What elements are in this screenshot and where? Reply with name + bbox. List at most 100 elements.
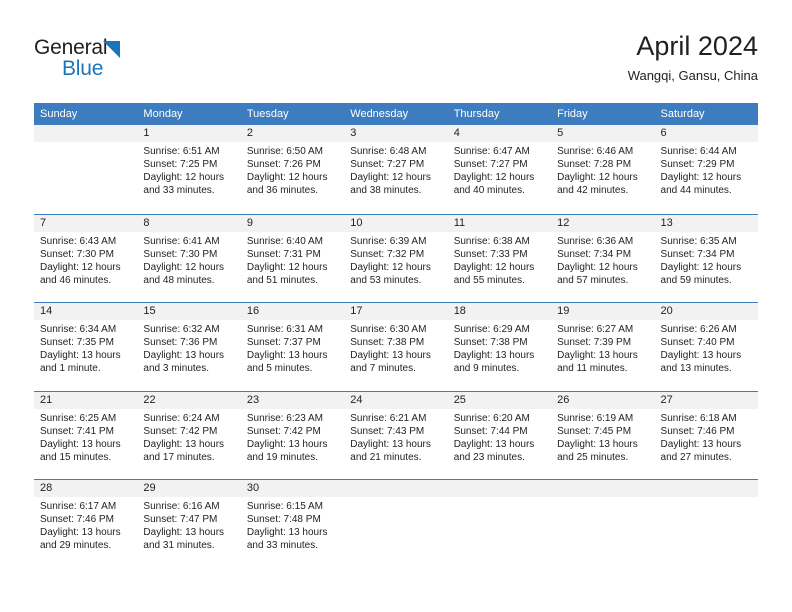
weekday-header-friday: Friday — [557, 108, 588, 120]
day-number — [344, 480, 448, 497]
day-details: Sunrise: 6:27 AM Sunset: 7:39 PM Daylight:… — [551, 320, 654, 375]
day-cell[interactable]: 10 Sunrise: 6:39 AM Sunset: 7:32 PM Dayligh… — [344, 214, 448, 302]
weekday-header-wednesday: Wednesday — [350, 108, 409, 120]
weekday-header-row: Sunday Monday Tuesday Wednesday Thursday Frid… — [34, 103, 758, 125]
day-cell[interactable]: 18 Sunrise: 6:29 AM Sunset: 7:38 PM Dayligh… — [447, 303, 552, 391]
day-cell-empty — [551, 480, 655, 568]
day-detail-line: Sunset: 7:46 PM — [660, 425, 735, 437]
day-cell[interactable]: 23 Sunrise: 6:23 AM Sunset: 7:42 PM Dayligh… — [240, 391, 345, 479]
day-detail-line: Sunset: 7:29 PM — [660, 159, 735, 171]
day-cell[interactable]: 19 Sunrise: 6:27 AM Sunset: 7:39 PM Dayligh… — [551, 303, 655, 391]
day-number: 7 — [34, 214, 138, 232]
day-cell[interactable]: 29 Sunrise: 6:16 AM Sunset: 7:47 PM Dayligh… — [137, 480, 241, 568]
day-detail-line: Sunset: 7:39 PM — [557, 337, 632, 349]
day-detail-line: Sunrise: 6:46 AM — [557, 146, 634, 157]
day-number: 22 — [137, 391, 241, 409]
day-cell[interactable]: 12 Sunrise: 6:36 AM Sunset: 7:34 PM Dayligh… — [551, 214, 655, 302]
week-row: 28 Sunrise: 6:17 AM Sunset: 7:46 PM Dayligh… — [34, 479, 758, 568]
day-cell[interactable]: 11 Sunrise: 6:38 AM Sunset: 7:33 PM Dayligh… — [447, 214, 552, 302]
day-cell[interactable]: 22 Sunrise: 6:24 AM Sunset: 7:42 PM Dayligh… — [137, 391, 241, 479]
day-detail-line: Daylight: 13 hours — [40, 527, 121, 539]
day-detail-line: Daylight: 12 hours — [246, 261, 328, 273]
day-number: 11 — [447, 214, 552, 232]
day-number: 17 — [344, 303, 448, 320]
day-cell[interactable]: 13 Sunrise: 6:35 AM Sunset: 7:34 PM Dayligh… — [654, 214, 758, 302]
day-cell[interactable]: 3 Sunrise: 6:48 AM Sunset: 7:27 PM Daylight… — [344, 125, 448, 214]
day-detail-line: Sunrise: 6:21 AM — [350, 412, 427, 424]
weekday-header-sunday: Sunday — [40, 108, 78, 120]
day-details: Sunrise: 6:19 AM Sunset: 7:45 PM Daylight:… — [551, 409, 654, 464]
day-details: Sunrise: 6:44 AM Sunset: 7:29 PM Daylight:… — [655, 142, 758, 197]
day-number: 21 — [34, 391, 138, 409]
day-cell[interactable]: 7 Sunrise: 6:43 AM Sunset: 7:30 PM Daylight… — [34, 214, 138, 302]
day-number: 6 — [654, 125, 758, 142]
week-row: 7 Sunrise: 6:43 AM Sunset: 7:30 PM Daylight… — [34, 213, 758, 302]
day-detail-line: Sunrise: 6:19 AM — [557, 412, 634, 424]
day-detail-line: Sunrise: 6:39 AM — [350, 235, 427, 247]
weekday-header-saturday: Saturday — [660, 108, 705, 120]
day-detail-line: and 38 minutes. — [350, 185, 422, 197]
day-cell[interactable]: 9 Sunrise: 6:40 AM Sunset: 7:31 PM Daylight… — [240, 214, 345, 302]
day-detail-line: and 55 minutes. — [453, 274, 525, 286]
day-detail-line: Sunrise: 6:15 AM — [246, 501, 323, 512]
day-detail-line: Daylight: 13 hours — [453, 350, 535, 362]
day-detail-line: and 11 minutes. — [557, 363, 628, 375]
day-cell[interactable]: 15 Sunrise: 6:32 AM Sunset: 7:36 PM Dayligh… — [137, 303, 241, 391]
day-detail-line: Sunrise: 6:47 AM — [453, 146, 530, 157]
day-details — [34, 142, 137, 145]
day-detail-line: Sunset: 7:30 PM — [40, 248, 114, 260]
day-detail-line: Sunset: 7:41 PM — [40, 425, 114, 437]
day-cell[interactable]: 1 Sunrise: 6:51 AM Sunset: 7:25 PM Daylight… — [137, 125, 241, 214]
title-block: April 2024 Wangqi, Gansu, China — [628, 30, 758, 85]
day-details: Sunrise: 6:21 AM Sunset: 7:43 PM Daylight:… — [344, 409, 447, 464]
day-detail-line: Sunset: 7:32 PM — [350, 248, 425, 260]
day-detail-line: Sunset: 7:34 PM — [557, 248, 632, 260]
day-cell[interactable]: 27 Sunrise: 6:18 AM Sunset: 7:46 PM Dayligh… — [654, 391, 758, 479]
day-details: Sunrise: 6:20 AM Sunset: 7:44 PM Daylight:… — [448, 409, 551, 464]
day-detail-line: and 21 minutes. — [350, 451, 422, 463]
day-detail-line: Daylight: 13 hours — [660, 350, 742, 362]
day-detail-line: and 44 minutes. — [660, 185, 732, 197]
day-detail-line: Sunset: 7:26 PM — [246, 159, 321, 171]
day-detail-line: and 27 minutes. — [660, 451, 732, 463]
day-cell[interactable]: 21 Sunrise: 6:25 AM Sunset: 7:41 PM Dayligh… — [34, 391, 138, 479]
day-detail-line: Sunset: 7:44 PM — [453, 425, 528, 437]
day-details: Sunrise: 6:26 AM Sunset: 7:40 PM Daylight:… — [655, 320, 758, 375]
day-number — [34, 125, 138, 142]
day-cell[interactable]: 28 Sunrise: 6:17 AM Sunset: 7:46 PM Dayligh… — [34, 480, 138, 568]
day-details: Sunrise: 6:25 AM Sunset: 7:41 PM Daylight:… — [34, 409, 137, 464]
day-detail-line: Sunrise: 6:40 AM — [246, 235, 323, 247]
day-number: 29 — [137, 480, 241, 497]
day-details: Sunrise: 6:34 AM Sunset: 7:35 PM Daylight:… — [34, 320, 137, 375]
day-cell[interactable]: 2 Sunrise: 6:50 AM Sunset: 7:26 PM Daylight… — [240, 125, 345, 214]
day-cell[interactable]: 20 Sunrise: 6:26 AM Sunset: 7:40 PM Dayligh… — [654, 303, 758, 391]
day-detail-line: Sunrise: 6:27 AM — [557, 324, 634, 335]
day-details: Sunrise: 6:23 AM Sunset: 7:42 PM Daylight:… — [241, 409, 344, 464]
day-cell[interactable]: 24 Sunrise: 6:21 AM Sunset: 7:43 PM Dayligh… — [344, 391, 448, 479]
day-detail-line: and 42 minutes. — [557, 185, 629, 197]
day-cell[interactable]: 6 Sunrise: 6:44 AM Sunset: 7:29 PM Daylight… — [654, 125, 758, 214]
day-cell[interactable]: 30 Sunrise: 6:15 AM Sunset: 7:48 PM Dayligh… — [240, 480, 345, 568]
day-cell[interactable]: 8 Sunrise: 6:41 AM Sunset: 7:30 PM Daylight… — [137, 214, 241, 302]
day-cell[interactable]: 4 Sunrise: 6:47 AM Sunset: 7:27 PM Daylight… — [447, 125, 552, 214]
day-cell[interactable]: 16 Sunrise: 6:31 AM Sunset: 7:37 PM Dayligh… — [240, 303, 345, 391]
day-cell[interactable]: 17 Sunrise: 6:30 AM Sunset: 7:38 PM Dayligh… — [344, 303, 448, 391]
weekday-header-tuesday: Tuesday — [246, 108, 289, 120]
day-cell[interactable]: 25 Sunrise: 6:20 AM Sunset: 7:44 PM Dayligh… — [447, 391, 552, 479]
day-detail-line: Daylight: 13 hours — [246, 527, 328, 539]
logo-text-blue: Blue — [62, 57, 104, 80]
day-detail-line: and 48 minutes. — [143, 274, 215, 286]
day-cell[interactable]: 5 Sunrise: 6:46 AM Sunset: 7:28 PM Daylight… — [551, 125, 655, 214]
day-cell[interactable]: 26 Sunrise: 6:19 AM Sunset: 7:45 PM Dayligh… — [551, 391, 655, 479]
day-detail-line: and 31 minutes. — [143, 540, 215, 552]
day-detail-line: Sunset: 7:33 PM — [453, 248, 528, 260]
day-detail-line: Sunrise: 6:20 AM — [453, 412, 530, 424]
day-detail-line: Sunrise: 6:18 AM — [660, 412, 737, 424]
day-details: Sunrise: 6:38 AM Sunset: 7:33 PM Daylight:… — [448, 232, 551, 287]
day-details: Sunrise: 6:30 AM Sunset: 7:38 PM Daylight:… — [344, 320, 447, 375]
day-number: 12 — [551, 214, 655, 232]
day-detail-line: Sunrise: 6:41 AM — [143, 235, 220, 247]
day-detail-line: Sunrise: 6:43 AM — [40, 235, 117, 247]
day-cell[interactable]: 14 Sunrise: 6:34 AM Sunset: 7:35 PM Dayligh… — [34, 303, 138, 391]
day-details: Sunrise: 6:18 AM Sunset: 7:46 PM Daylight:… — [655, 409, 758, 464]
